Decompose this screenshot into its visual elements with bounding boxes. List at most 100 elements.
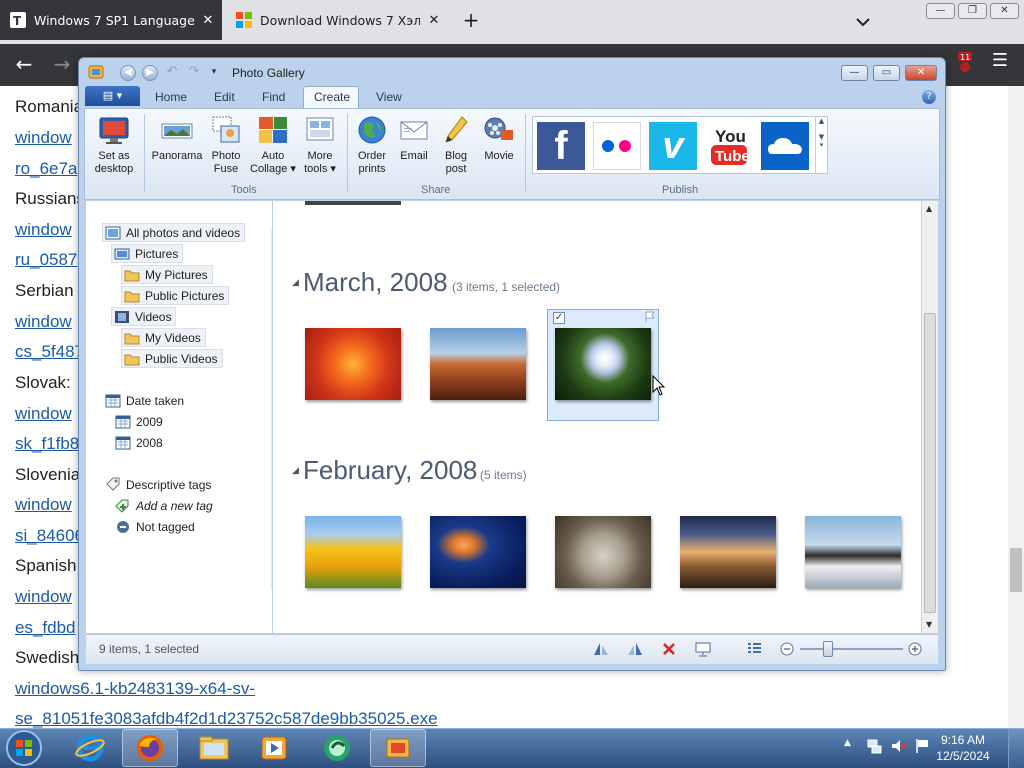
nav-my-videos[interactable]: My Videos bbox=[121, 328, 206, 347]
minimize-browser-button[interactable]: — bbox=[926, 3, 955, 19]
set-as-desktop-button[interactable]: Set as desktop bbox=[91, 114, 137, 176]
photo-thumbnail-tulips[interactable] bbox=[305, 516, 401, 588]
rotate-right-icon[interactable] bbox=[626, 640, 644, 658]
nav-year-2008[interactable]: 2008 bbox=[113, 433, 167, 452]
photo-thumbnail-penguins[interactable] bbox=[805, 516, 901, 588]
nav-my-pictures[interactable]: My Pictures bbox=[121, 265, 213, 284]
maximize-button[interactable]: ▭ bbox=[873, 65, 900, 81]
nav-videos[interactable]: Videos bbox=[111, 307, 177, 326]
close-button[interactable]: ✕ bbox=[905, 65, 937, 81]
page-link[interactable]: si_84606 bbox=[15, 526, 84, 546]
close-tab-icon[interactable]: ✕ bbox=[200, 13, 216, 28]
zoom-slider-thumb[interactable] bbox=[823, 641, 834, 657]
file-menu-button[interactable]: ▤ ▾ bbox=[85, 86, 140, 106]
page-link[interactable]: window bbox=[15, 495, 72, 515]
nav-pictures[interactable]: Pictures bbox=[111, 244, 184, 263]
details-view-icon[interactable] bbox=[745, 640, 763, 658]
page-link[interactable]: window bbox=[15, 587, 72, 607]
media-player-taskbar-icon[interactable] bbox=[246, 729, 302, 767]
group-heading-february-2008[interactable]: February, 2008 bbox=[303, 455, 477, 486]
new-tab-button[interactable]: + bbox=[462, 10, 480, 32]
start-button[interactable] bbox=[4, 728, 44, 768]
order-prints-button[interactable]: Order prints bbox=[352, 114, 392, 176]
firefox-taskbar-icon[interactable] bbox=[122, 729, 178, 767]
nav-add-tag[interactable]: Add a new tag bbox=[113, 496, 217, 515]
forward-arrow-icon[interactable]: ▶ bbox=[142, 65, 158, 81]
scroll-up-icon[interactable]: ▲ bbox=[926, 204, 932, 213]
back-arrow-icon[interactable]: ← bbox=[12, 52, 36, 76]
page-link[interactable]: es_fdbd bbox=[15, 618, 76, 638]
tab-create[interactable]: Create bbox=[314, 90, 350, 104]
system-clock[interactable]: 9:16 AM 12/5/2024 bbox=[932, 732, 994, 764]
volume-muted-icon[interactable] bbox=[891, 738, 907, 754]
delete-icon[interactable] bbox=[660, 640, 678, 658]
page-link[interactable]: cs_5f487 bbox=[15, 342, 84, 362]
rotate-right-icon[interactable]: ↷ bbox=[186, 65, 202, 81]
content-scrollbar-thumb[interactable] bbox=[924, 313, 936, 613]
back-arrow-icon[interactable]: ◀ bbox=[120, 65, 136, 81]
minimize-button[interactable]: — bbox=[841, 65, 868, 81]
show-desktop-button[interactable] bbox=[1008, 729, 1024, 768]
help-icon[interactable]: ? bbox=[922, 90, 936, 104]
nav-year-2009[interactable]: 2009 bbox=[113, 412, 167, 431]
auto-collage-button[interactable]: Auto Collage ▾ bbox=[250, 114, 296, 176]
browser-menu-icon[interactable]: ☰ bbox=[990, 50, 1010, 76]
nav-date-taken[interactable]: Date taken bbox=[103, 391, 188, 410]
photo-thumbnail-desert[interactable] bbox=[430, 328, 526, 400]
tab-edit[interactable]: Edit bbox=[214, 90, 235, 104]
photo-thumbnail-jellyfish[interactable] bbox=[430, 516, 526, 588]
movie-button[interactable]: Movie bbox=[479, 114, 519, 163]
show-hidden-icons[interactable]: ▲ bbox=[844, 738, 856, 754]
nav-descriptive-tags[interactable]: Descriptive tags bbox=[103, 475, 215, 494]
photo-thumbnail-lighthouse[interactable] bbox=[680, 516, 776, 588]
extension-icon[interactable]: 11 bbox=[956, 52, 974, 74]
facebook-icon[interactable]: f bbox=[537, 122, 585, 170]
customize-toolbar-icon[interactable]: ▾ bbox=[206, 65, 222, 81]
photo-fuse-button[interactable]: Photo Fuse bbox=[206, 114, 246, 176]
page-link[interactable]: ru_0587 bbox=[15, 250, 77, 270]
page-scrollbar-thumb[interactable] bbox=[1010, 548, 1022, 592]
nav-public-pictures[interactable]: Public Pictures bbox=[121, 286, 230, 305]
zoom-in-icon[interactable] bbox=[906, 640, 924, 658]
chevron-down-icon[interactable] bbox=[852, 12, 874, 32]
photo-gallery-app-icon[interactable] bbox=[88, 64, 104, 80]
blog-post-button[interactable]: Blog post bbox=[437, 114, 475, 176]
restore-browser-button[interactable]: ❐ bbox=[958, 3, 987, 19]
photo-gallery-taskbar-icon[interactable] bbox=[370, 729, 426, 767]
selection-checkbox[interactable]: ✓ bbox=[553, 312, 565, 324]
forward-arrow-icon[interactable]: → bbox=[50, 52, 74, 76]
youtube-icon[interactable]: You Tube bbox=[705, 122, 753, 170]
flickr-icon[interactable] bbox=[593, 122, 641, 170]
publish-gallery-scroll[interactable]: ▲ ▼ ▾ bbox=[815, 117, 827, 173]
panorama-button[interactable]: Panorama bbox=[150, 114, 204, 163]
collapse-group-icon[interactable]: ◢ bbox=[292, 466, 299, 476]
page-scrollbar[interactable] bbox=[1008, 86, 1024, 728]
browser-tab-download[interactable]: Download Windows 7 Хэлний ✕ bbox=[226, 0, 446, 40]
page-link[interactable]: sk_f1fb8 bbox=[15, 434, 79, 454]
collapse-group-icon[interactable]: ◢ bbox=[292, 278, 299, 288]
group-heading-march-2008[interactable]: March, 2008 bbox=[303, 267, 448, 298]
email-button[interactable]: Email bbox=[396, 114, 432, 163]
nav-public-videos[interactable]: Public Videos bbox=[121, 349, 223, 368]
close-browser-button[interactable]: ✕ bbox=[990, 3, 1019, 19]
vimeo-icon[interactable]: v bbox=[649, 122, 697, 170]
page-link[interactable]: windows6.1-kb2483139-x64-sv- bbox=[15, 679, 255, 699]
page-link[interactable]: window bbox=[15, 128, 72, 148]
scroll-down-icon[interactable]: ▼ bbox=[926, 620, 932, 629]
slideshow-icon[interactable] bbox=[694, 640, 712, 658]
network-icon[interactable] bbox=[866, 738, 882, 754]
onedrive-icon[interactable] bbox=[761, 122, 809, 170]
flag-icon[interactable] bbox=[644, 311, 656, 323]
tab-view[interactable]: View bbox=[376, 90, 402, 104]
page-link[interactable]: se_81051fe3083afdb4f2d1d23752c587de9bb35… bbox=[15, 709, 438, 729]
app-taskbar-icon[interactable] bbox=[309, 729, 365, 767]
more-tools-button[interactable]: More tools ▾ bbox=[299, 114, 341, 176]
browser-tab-language-pack[interactable]: T Windows 7 SP1 Language Pack ✕ bbox=[0, 0, 222, 40]
zoom-slider-track[interactable] bbox=[800, 648, 903, 650]
page-link[interactable]: window bbox=[15, 312, 72, 332]
close-tab-icon[interactable]: ✕ bbox=[426, 13, 442, 28]
internet-explorer-taskbar-icon[interactable] bbox=[62, 729, 118, 767]
zoom-out-icon[interactable] bbox=[778, 640, 796, 658]
rotate-left-icon[interactable]: ↶ bbox=[164, 65, 180, 81]
nav-all-photos-videos[interactable]: All photos and videos bbox=[102, 223, 246, 242]
